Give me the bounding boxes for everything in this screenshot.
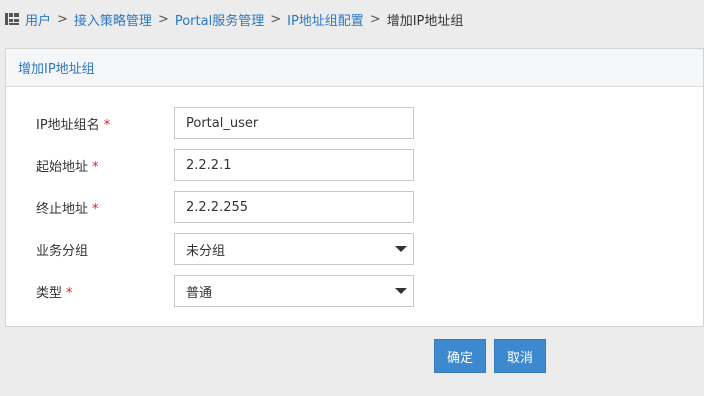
service-group-label: 业务分组 [36, 243, 89, 259]
breadcrumb: 用户 > 接入策略管理 > Portal服务管理 > IP地址组配置 > 增加I… [4, 9, 463, 29]
group-name-input[interactable]: Portal_user [174, 107, 414, 139]
ok-button[interactable]: 确定 [434, 339, 486, 373]
end-address-label: 终止地址 * [36, 201, 99, 217]
panel-header: 增加IP地址组 [6, 49, 703, 87]
breadcrumb-separator: > [157, 11, 169, 27]
form-row-start-address: 起始地址 * 2.2.2.1 [6, 149, 703, 181]
service-group-value: 未分组 [186, 243, 226, 259]
type-select[interactable]: 普通 [174, 275, 414, 307]
form-row-group-name: IP地址组名 * Portal_user [6, 107, 703, 139]
required-mark: * [92, 201, 99, 217]
form-row-service-group: 业务分组 未分组 [6, 233, 703, 265]
breadcrumb-link-access-policy[interactable]: 接入策略管理 [74, 10, 152, 29]
chevron-down-icon [395, 246, 407, 252]
group-name-label: IP地址组名 * [36, 117, 111, 133]
type-label: 类型 * [36, 285, 73, 301]
cancel-button[interactable]: 取消 [494, 339, 546, 373]
breadcrumb-separator: > [369, 11, 381, 27]
start-address-input[interactable]: 2.2.2.1 [174, 149, 414, 181]
breadcrumb-link-portal-service[interactable]: Portal服务管理 [175, 10, 264, 29]
chevron-down-icon [395, 288, 407, 294]
required-mark: * [92, 159, 99, 175]
type-value: 普通 [186, 285, 213, 301]
breadcrumb-separator: > [57, 11, 68, 27]
breadcrumb-separator: > [270, 11, 282, 27]
user-tree-icon [5, 12, 19, 25]
required-mark: * [103, 117, 111, 133]
end-address-input[interactable]: 2.2.2.255 [174, 191, 414, 223]
required-mark: * [66, 285, 73, 301]
breadcrumb-current: 增加IP地址组 [386, 13, 464, 29]
start-address-label: 起始地址 * [36, 159, 99, 175]
service-group-select[interactable]: 未分组 [174, 233, 414, 265]
form-row-type: 类型 * 普通 [6, 275, 703, 307]
form-row-end-address: 终止地址 * 2.2.2.255 [6, 191, 703, 223]
add-ip-group-panel: 增加IP地址组 IP地址组名 * Portal_user 起始地址 * 2.2.2.… [5, 48, 704, 327]
panel-title: 增加IP地址组 [18, 62, 95, 77]
breadcrumb-link-user[interactable]: 用户 [25, 10, 51, 29]
breadcrumb-link-ip-group-config[interactable]: IP地址组配置 [287, 10, 364, 29]
